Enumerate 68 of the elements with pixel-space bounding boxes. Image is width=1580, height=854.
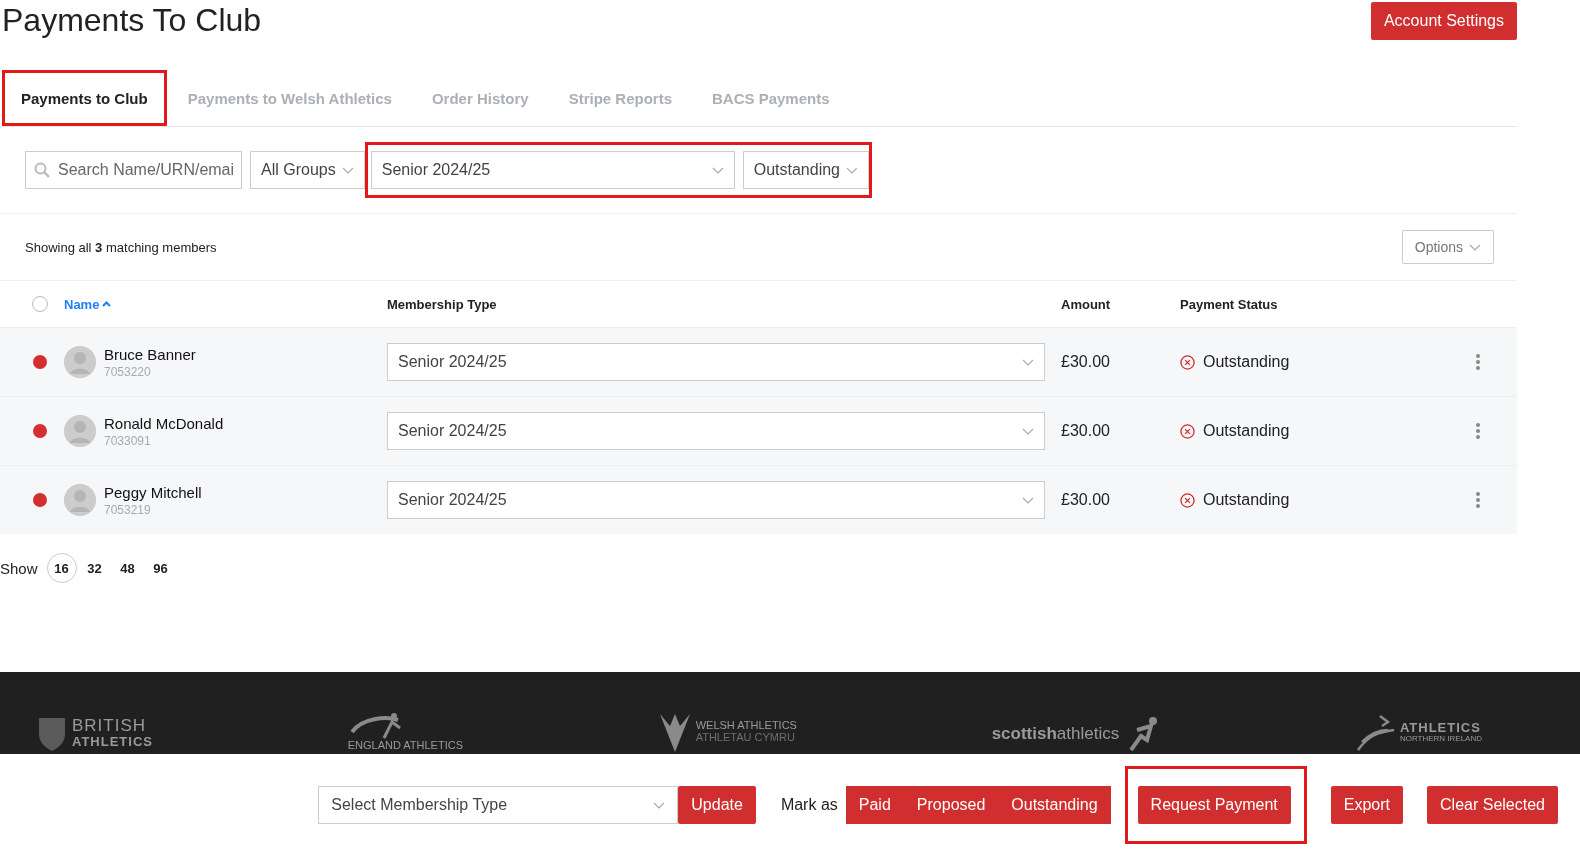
kebab-menu-icon[interactable] <box>1476 492 1480 508</box>
payment-status: Outstanding <box>1203 422 1290 440</box>
caret-icon <box>1022 427 1034 435</box>
action-button[interactable]: Export <box>1330 786 1404 824</box>
amount: £30.00 <box>1061 422 1111 440</box>
payment-status: Outstanding <box>1203 353 1290 371</box>
membership-type-select[interactable]: Senior 2024/25 <box>387 481 1045 519</box>
results-summary: Showing all 3 matching members <box>25 239 217 255</box>
column-header: Payment Status <box>1180 296 1278 312</box>
account-settings-button[interactable]: Account Settings <box>1370 2 1517 40</box>
membership-type-select[interactable]: Senior 2024/25 <box>387 343 1045 381</box>
tab[interactable]: Payments to Club <box>2 70 167 126</box>
logo-text: ATHLETICS <box>1399 721 1482 735</box>
runner-icon <box>1355 712 1396 752</box>
logo-text: BRITISH <box>72 717 148 736</box>
caret-icon <box>1469 243 1481 251</box>
caret-icon <box>341 166 354 174</box>
amount: £30.00 <box>1061 353 1111 371</box>
kebab-menu-icon[interactable] <box>1476 423 1480 439</box>
mark-button[interactable]: Proposed <box>903 786 999 824</box>
cross-circle-icon <box>1180 354 1195 370</box>
logo-text: WELSH ATHLETICS <box>695 720 797 732</box>
mark-as-label: Mark as <box>780 796 838 814</box>
membership-type-select[interactable]: Select Membership Type <box>318 786 679 824</box>
column-header: Amount <box>1061 296 1111 312</box>
page-size-option[interactable]: 96 <box>145 553 176 583</box>
sort-up-icon <box>102 301 112 307</box>
avatar-icon <box>64 484 96 516</box>
logo-text: ENGLAND ATHLETICS <box>347 740 463 752</box>
kebab-menu-icon[interactable] <box>1476 354 1480 370</box>
page-size-label: Show <box>0 559 38 577</box>
update-button[interactable]: Update <box>678 786 756 824</box>
caret-icon <box>653 801 666 809</box>
action-button[interactable]: Request Payment <box>1137 786 1291 824</box>
avatar-icon <box>64 346 96 378</box>
cross-circle-icon <box>1180 492 1195 508</box>
caret-icon <box>846 166 858 174</box>
group-select[interactable]: All Groups <box>250 151 365 189</box>
caret-icon <box>1022 358 1034 366</box>
page-size-option[interactable]: 48 <box>112 553 143 583</box>
member-name[interactable]: Ronald McDonald <box>104 414 224 432</box>
options-button[interactable]: Options <box>1401 230 1494 264</box>
action-button[interactable]: Clear Selected <box>1427 786 1558 824</box>
avatar-icon <box>64 415 96 447</box>
member-urn: 7053219 <box>104 502 152 517</box>
mark-button[interactable]: Paid <box>845 786 904 824</box>
mark-button[interactable]: Outstanding <box>998 786 1111 824</box>
logo-text: NORTHERN IRELAND <box>1399 734 1482 743</box>
payment-status: Outstanding <box>1203 491 1290 509</box>
column-header[interactable]: Name <box>64 296 112 312</box>
member-name[interactable]: Bruce Banner <box>104 345 196 363</box>
caret-icon <box>711 166 724 174</box>
page-size-option[interactable]: 32 <box>79 553 110 583</box>
member-urn: 7053220 <box>104 364 152 379</box>
search-field[interactable]: Search Name/URN/emai <box>25 151 242 189</box>
member-urn: 7033091 <box>104 433 152 448</box>
page-title: Payments To Club <box>1 1 262 40</box>
amount: £30.00 <box>1061 491 1111 509</box>
cross-circle-icon <box>1180 423 1195 439</box>
column-header: Membership Type <box>387 296 497 312</box>
membership-type-select[interactable]: Senior 2024/25 <box>387 412 1045 450</box>
membership-select[interactable]: Senior 2024/25 <box>370 151 735 189</box>
member-name[interactable]: Peggy Mitchell <box>104 483 202 501</box>
status-select[interactable]: Outstanding <box>742 151 869 189</box>
logo-text: ATHLETAU CYMRU <box>695 732 796 744</box>
logo-text: ATHLETICS <box>72 735 153 749</box>
logo-text: scottishathletics <box>991 725 1120 743</box>
caret-icon <box>1022 496 1034 504</box>
